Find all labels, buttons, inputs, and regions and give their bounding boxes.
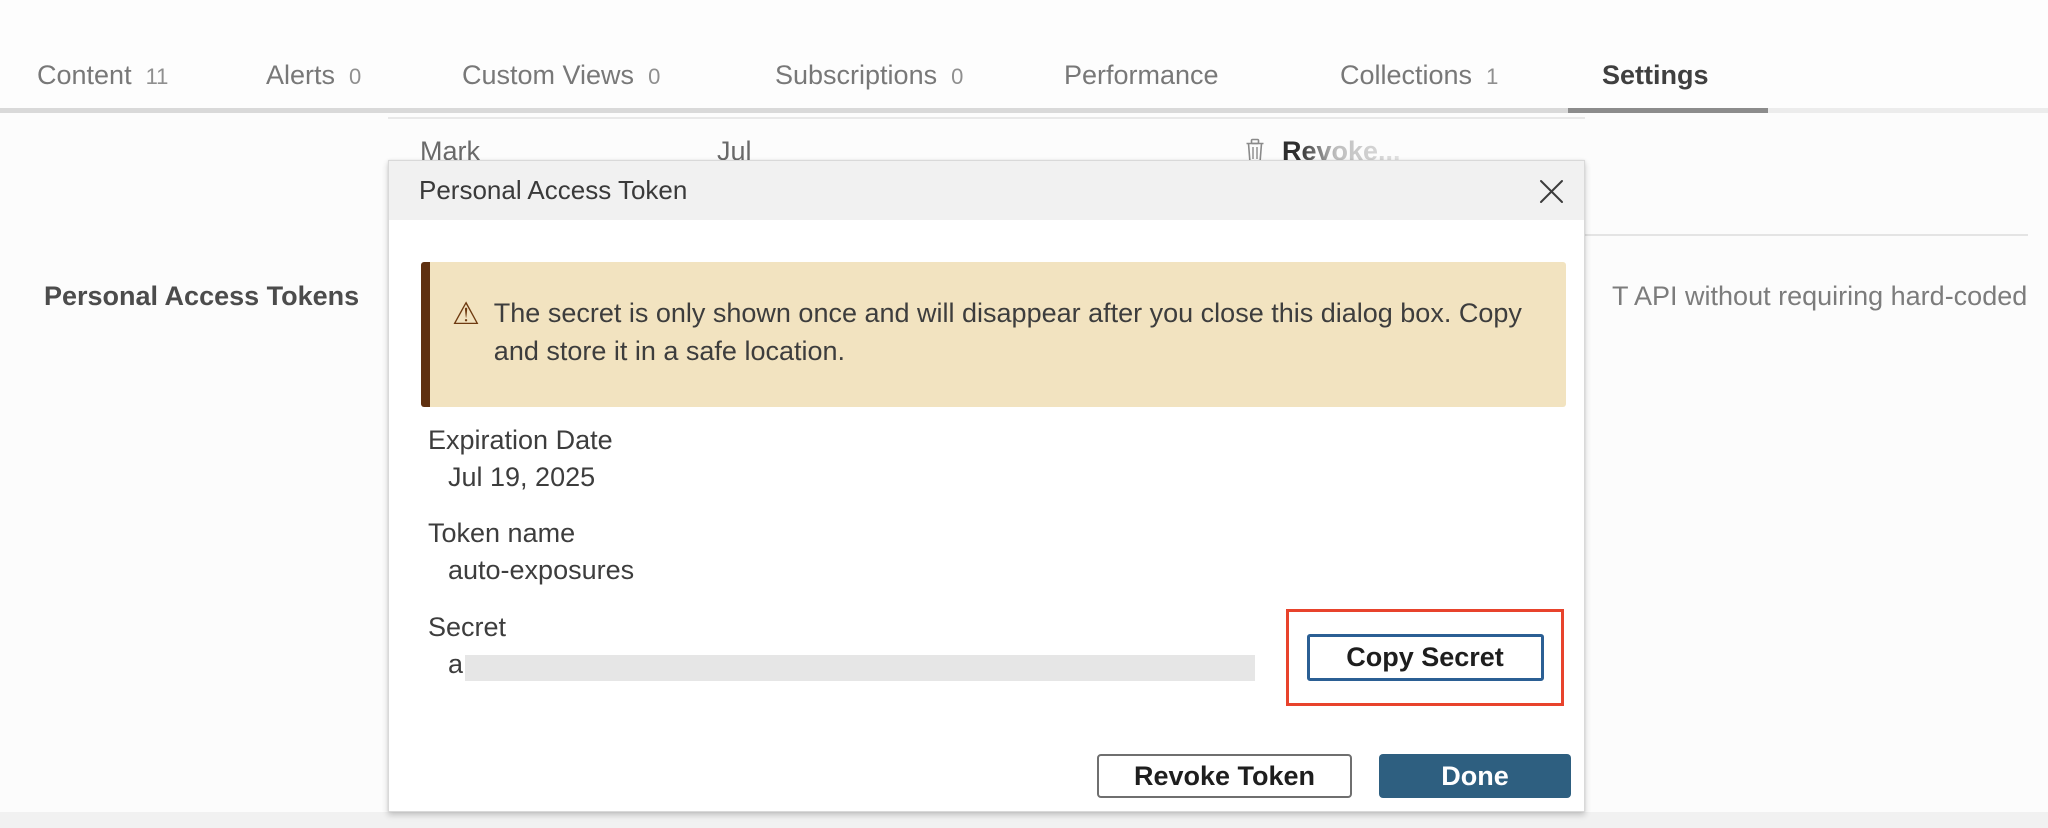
tab-label: Content	[37, 60, 132, 91]
section-description-fragment: T API without requiring hard-coded	[1612, 281, 2027, 312]
copy-secret-button[interactable]: Copy Secret	[1307, 634, 1544, 681]
expiration-date-value: Jul 19, 2025	[448, 462, 595, 493]
tab-label: Performance	[1064, 60, 1219, 91]
tab-count-badge: 0	[648, 64, 660, 90]
table-divider	[388, 117, 1585, 119]
token-name-value: auto-exposures	[448, 555, 634, 586]
warning-triangle-icon: ⚠	[452, 294, 480, 407]
tab-content[interactable]: Content 11	[37, 60, 168, 91]
page-footer-strip	[0, 812, 2048, 828]
expiration-date-label: Expiration Date	[428, 425, 613, 456]
tab-count-badge: 0	[349, 64, 361, 90]
tab-custom-views[interactable]: Custom Views 0	[462, 60, 660, 91]
tab-count-badge: 11	[146, 64, 169, 90]
page-tab-bar: Content 11 Alerts 0 Custom Views 0 Subsc…	[0, 0, 2048, 113]
tab-collections[interactable]: Collections 1	[1340, 60, 1498, 91]
tab-count-badge: 1	[1486, 64, 1498, 90]
secret-value-fragment: a	[448, 649, 463, 680]
annotation-highlight: Copy Secret	[1286, 609, 1564, 706]
section-heading: Personal Access Tokens	[44, 281, 359, 312]
close-icon[interactable]	[1534, 174, 1568, 208]
warning-text: The secret is only shown once and will d…	[494, 294, 1542, 407]
tab-label: Alerts	[266, 60, 335, 91]
tab-label: Collections	[1340, 60, 1472, 91]
secret-label: Secret	[428, 612, 506, 643]
tab-settings[interactable]: Settings	[1602, 60, 1723, 91]
secret-redacted-bar	[465, 655, 1255, 681]
tab-label: Custom Views	[462, 60, 634, 91]
section-divider	[1585, 234, 2028, 236]
done-button[interactable]: Done	[1379, 754, 1571, 798]
token-name-label: Token name	[428, 518, 575, 549]
dialog-title: Personal Access Token	[419, 161, 687, 220]
dialog-header: Personal Access Token	[389, 161, 1584, 220]
tab-performance[interactable]: Performance	[1064, 60, 1233, 91]
warning-banner: ⚠ The secret is only shown once and will…	[421, 262, 1566, 407]
tab-subscriptions[interactable]: Subscriptions 0	[775, 60, 963, 91]
tab-label: Subscriptions	[775, 60, 937, 91]
tab-count-badge: 0	[951, 64, 963, 90]
tab-label: Settings	[1602, 60, 1709, 91]
personal-access-token-dialog: Personal Access Token ⚠ The secret is on…	[388, 160, 1585, 812]
revoke-token-button[interactable]: Revoke Token	[1097, 754, 1352, 798]
dialog-footer: Revoke Token Done	[1097, 754, 1571, 798]
tab-alerts[interactable]: Alerts 0	[266, 60, 361, 91]
